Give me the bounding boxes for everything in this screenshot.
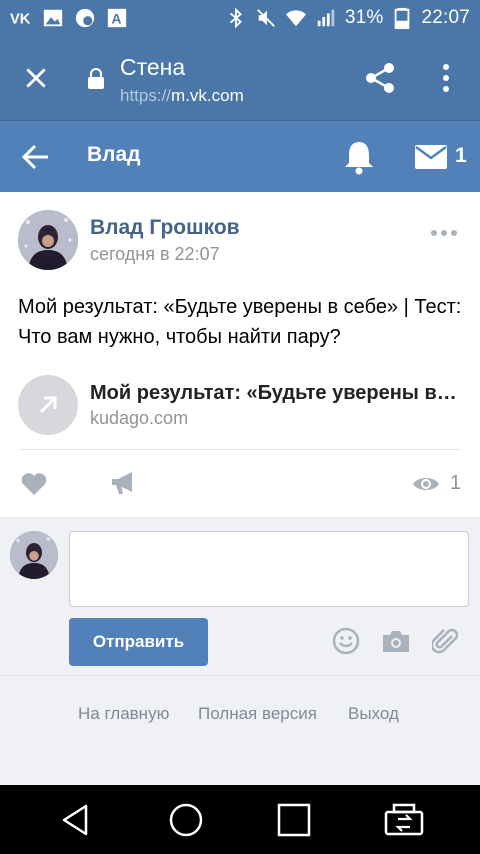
page-footer: На главную Полная версия Выход bbox=[0, 675, 480, 785]
wall-post: Влад Грошков сегодня в 22:07 Мой результ… bbox=[0, 192, 480, 517]
status-bar: VK A 31% 22:07 bbox=[0, 0, 480, 36]
svg-text:A: A bbox=[112, 12, 122, 27]
author-avatar[interactable] bbox=[18, 210, 78, 270]
mute-icon bbox=[255, 7, 277, 29]
wifi-icon bbox=[285, 7, 307, 29]
url-host: m.vk.com bbox=[171, 86, 244, 105]
notification-icons: VK A bbox=[10, 7, 128, 29]
back-arrow-icon[interactable] bbox=[20, 141, 52, 173]
android-badge-icon bbox=[74, 7, 96, 29]
url-protocol: https:// bbox=[120, 86, 172, 105]
like-heart-icon[interactable] bbox=[20, 472, 48, 496]
bell-icon[interactable] bbox=[342, 139, 376, 175]
vk-header: Влад 1 bbox=[0, 120, 480, 192]
lock-icon bbox=[86, 68, 106, 90]
paperclip-icon[interactable] bbox=[430, 626, 459, 656]
back-triangle-icon[interactable] bbox=[58, 802, 94, 838]
post-timestamp[interactable]: сегодня в 22:07 bbox=[90, 244, 220, 265]
comment-input[interactable] bbox=[69, 531, 469, 607]
eye-icon bbox=[412, 473, 440, 495]
battery-percent: 31% bbox=[344, 7, 384, 28]
footer-link-logout[interactable]: Выход bbox=[348, 704, 399, 724]
home-circle-icon[interactable] bbox=[168, 802, 204, 838]
browser-toolbar: Стена https://m.vk.com bbox=[0, 36, 480, 120]
font-icon: A bbox=[106, 7, 128, 29]
views-count: 1 bbox=[450, 472, 462, 494]
camera-icon[interactable] bbox=[381, 628, 411, 654]
clock: 22:07 bbox=[421, 7, 470, 28]
header-title: Влад bbox=[87, 143, 141, 166]
android-nav-bar bbox=[0, 785, 480, 854]
switch-apps-icon[interactable] bbox=[384, 802, 424, 838]
mail-icon[interactable] bbox=[414, 143, 448, 171]
user-avatar[interactable] bbox=[10, 531, 58, 579]
smile-icon[interactable] bbox=[332, 627, 360, 655]
bluetooth-icon bbox=[225, 7, 247, 29]
send-button[interactable]: Отправить bbox=[69, 618, 208, 666]
link-domain[interactable]: kudago.com bbox=[90, 408, 188, 429]
battery-icon bbox=[391, 7, 413, 29]
post-divider bbox=[18, 449, 462, 450]
comment-composer: Отправить bbox=[0, 517, 480, 675]
mail-count-badge[interactable]: 1 bbox=[455, 144, 467, 168]
share-icon[interactable] bbox=[362, 60, 398, 96]
system-icons: 31% 22:07 bbox=[225, 7, 470, 29]
footer-link-home[interactable]: На главную bbox=[78, 704, 169, 724]
url-bar[interactable]: https://m.vk.com bbox=[120, 86, 244, 106]
external-link-icon[interactable] bbox=[18, 375, 78, 435]
megaphone-share-icon[interactable] bbox=[110, 470, 138, 496]
gallery-icon bbox=[42, 7, 64, 29]
more-horiz-icon[interactable] bbox=[430, 224, 458, 236]
vk-icon: VK bbox=[10, 7, 32, 29]
signal-icon bbox=[315, 7, 337, 29]
recents-square-icon[interactable] bbox=[276, 802, 312, 838]
more-vert-icon[interactable] bbox=[436, 62, 456, 98]
close-icon[interactable] bbox=[18, 60, 54, 96]
footer-link-full-version[interactable]: Полная версия bbox=[198, 704, 317, 724]
post-author-name[interactable]: Влад Грошков bbox=[90, 216, 240, 240]
page-title: Стена bbox=[120, 54, 186, 80]
link-title[interactable]: Мой результат: «Будьте уверены в себе» |… bbox=[90, 382, 462, 405]
post-text: Мой результат: «Будьте уверены в себе» |… bbox=[18, 296, 462, 348]
svg-text:VK: VK bbox=[10, 12, 31, 28]
